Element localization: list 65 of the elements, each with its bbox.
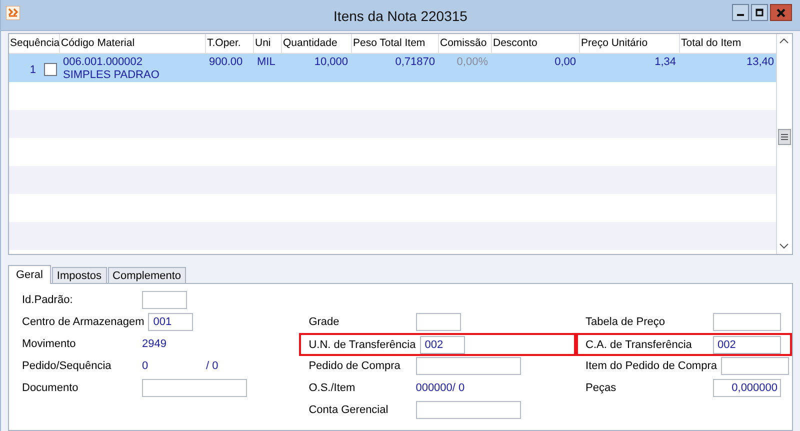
table-cell-text: 900.00: [208, 54, 244, 70]
field-value: / 0: [452, 382, 465, 394]
column-header[interactable]: Desconto: [492, 34, 580, 53]
input-field[interactable]: [142, 379, 247, 398]
column-header[interactable]: Sequência: [9, 34, 60, 53]
input-field[interactable]: 0,000000: [712, 379, 781, 398]
field-label: U.N. de Transferência: [308, 338, 416, 351]
input-field[interactable]: [416, 357, 521, 376]
field-label: Grade: [308, 316, 340, 328]
column-header[interactable]: Quantidade: [282, 34, 352, 53]
maximize-icon: [755, 8, 764, 17]
input-field[interactable]: [142, 291, 187, 310]
field-value: 0: [142, 360, 150, 372]
column-header[interactable]: Código Material: [60, 34, 206, 53]
table-cell-text: 0,00: [554, 54, 577, 70]
field-label: Pedido de Compra: [308, 360, 402, 372]
row-number: 1: [30, 64, 36, 76]
minimize-button[interactable]: [732, 4, 749, 21]
material-code: 006.001.000002: [63, 56, 144, 68]
scroll-down-icon[interactable]: [778, 241, 790, 250]
column-header[interactable]: Preço Unitário: [580, 34, 680, 53]
input-field[interactable]: 001: [148, 313, 194, 332]
input-field[interactable]: 002: [712, 336, 781, 354]
field-label: O.S./Item: [308, 382, 356, 394]
app-icon: [6, 6, 20, 20]
scroll-thumb[interactable]: [778, 128, 791, 145]
field-value: / 0: [206, 360, 218, 372]
material-description: SIMPLES PADRAO: [63, 68, 160, 81]
input-field[interactable]: 002: [420, 336, 465, 354]
field-label: C.A. de Transferência: [586, 338, 693, 351]
table-cell-text: MIL: [256, 54, 276, 70]
table-cell-text: 13,40: [745, 54, 775, 70]
table-row[interactable]: 1 006.001.000002 SIMPLES PADRAO 900.00 MIL 10,000 0,71870 0,00% 0,00 1,34 13,40: [9, 54, 776, 82]
tab[interactable]: Impostos: [52, 267, 107, 284]
table-cell-text: 10,000: [313, 54, 349, 70]
window-title: Itens da Nota 220315: [334, 8, 468, 24]
input-field[interactable]: [416, 313, 461, 332]
field-value: 000000: [416, 382, 452, 394]
field-value: 2949: [142, 338, 166, 350]
field-label: Pedido/Sequência: [22, 360, 112, 372]
tab[interactable]: Complemento: [108, 267, 186, 284]
field-label: Documento: [22, 382, 80, 394]
field-label: Item do Pedido de Compra: [586, 360, 717, 372]
field-label: Movimento: [22, 338, 77, 350]
close-icon: [776, 8, 786, 18]
input-field[interactable]: [416, 401, 521, 420]
table-cell-text: 0,00%: [456, 54, 489, 70]
field-label: Peças: [586, 382, 618, 394]
maximize-button[interactable]: [751, 4, 768, 21]
close-button[interactable]: [770, 4, 792, 21]
field-label: Id.Padrão:: [22, 294, 74, 306]
table-cell-text: 1,34: [654, 54, 677, 70]
column-header[interactable]: Peso Total Item: [352, 34, 439, 53]
column-header[interactable]: T.Oper.: [206, 34, 254, 53]
field-label: Tabela de Preço: [586, 316, 666, 328]
tab[interactable]: Geral: [8, 265, 51, 284]
field-label: Centro de Armazenagem: [22, 316, 144, 328]
input-field[interactable]: [712, 313, 781, 332]
column-header[interactable]: Uni: [254, 34, 282, 53]
scroll-up-icon[interactable]: [778, 36, 790, 46]
table-cell-text: 0,71870: [394, 54, 436, 70]
scrollbar[interactable]: [776, 34, 792, 254]
field-label: Conta Gerencial: [308, 404, 390, 416]
row-checkbox[interactable]: [44, 63, 57, 76]
input-field[interactable]: [721, 357, 789, 376]
